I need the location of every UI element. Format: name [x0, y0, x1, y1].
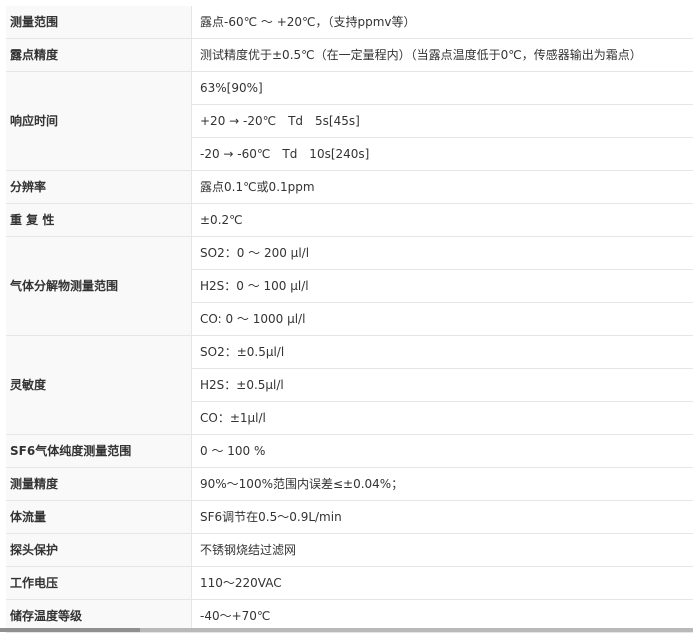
row-value: SF6调节在0.5～0.9L/min	[192, 501, 693, 534]
row-label: 气体分解物测量范围	[6, 237, 192, 336]
table-row: 探头保护 不锈钢烧结过滤网	[6, 534, 693, 567]
row-value: +20 → -20℃ Td 5s[45s]	[192, 105, 693, 138]
table-row: 体流量 SF6调节在0.5～0.9L/min	[6, 501, 693, 534]
row-value: H2S：±0.5μl/l	[192, 369, 693, 402]
row-value: ±0.2℃	[192, 204, 693, 237]
row-value: 90%～100%范围内误差≤±0.04%；	[192, 468, 693, 501]
table-row: 测量精度 90%～100%范围内误差≤±0.04%；	[6, 468, 693, 501]
row-value: 测试精度优于±0.5℃（在一定量程内）（当露点温度低于0℃，传感器输出为霜点）	[192, 39, 693, 72]
row-value: 0 ～ 100 %	[192, 435, 693, 468]
row-value: 不锈钢烧结过滤网	[192, 534, 693, 567]
table-row: 露点精度 测试精度优于±0.5℃（在一定量程内）（当露点温度低于0℃，传感器输出…	[6, 39, 693, 72]
table-row: 重 复 性 ±0.2℃	[6, 204, 693, 237]
row-value: CO：±1μl/l	[192, 402, 693, 435]
row-value: H2S：0 ～ 100 μl/l	[192, 270, 693, 303]
row-label: SF6气体纯度测量范围	[6, 435, 192, 468]
row-label: 分辨率	[6, 171, 192, 204]
row-value: 露点-60℃ ～ +20℃，（支持ppmv等）	[192, 6, 693, 39]
row-value: SO2：±0.5μl/l	[192, 336, 693, 369]
table-row: 响应时间 63%[90%]	[6, 72, 693, 105]
row-label: 工作电压	[6, 567, 192, 600]
horizontal-scrollbar[interactable]	[0, 628, 693, 632]
row-value: -20 → -60℃ Td 10s[240s]	[192, 138, 693, 171]
table-row: 气体分解物测量范围 SO2：0 ～ 200 μl/l	[6, 237, 693, 270]
table-row: 工作电压 110～220VAC	[6, 567, 693, 600]
row-label: 响应时间	[6, 72, 192, 171]
row-label: 灵敏度	[6, 336, 192, 435]
row-value: 露点0.1℃或0.1ppm	[192, 171, 693, 204]
row-label: 探头保护	[6, 534, 192, 567]
table-row: 测量范围 露点-60℃ ～ +20℃，（支持ppmv等）	[6, 6, 693, 39]
row-label: 测量范围	[6, 6, 192, 39]
table-row: 分辨率 露点0.1℃或0.1ppm	[6, 171, 693, 204]
row-label: 体流量	[6, 501, 192, 534]
row-value: 63%[90%]	[192, 72, 693, 105]
spec-table-body: 测量范围 露点-60℃ ～ +20℃，（支持ppmv等） 露点精度 测试精度优于…	[6, 6, 693, 633]
row-label: 测量精度	[6, 468, 192, 501]
spec-table: 测量范围 露点-60℃ ～ +20℃，（支持ppmv等） 露点精度 测试精度优于…	[6, 6, 693, 633]
row-value: CO: 0 ～ 1000 μl/l	[192, 303, 693, 336]
row-label: 露点精度	[6, 39, 192, 72]
row-label: 重 复 性	[6, 204, 192, 237]
table-row: SF6气体纯度测量范围 0 ～ 100 %	[6, 435, 693, 468]
row-value: 110～220VAC	[192, 567, 693, 600]
row-value: SO2：0 ～ 200 μl/l	[192, 237, 693, 270]
table-row: 灵敏度 SO2：±0.5μl/l	[6, 336, 693, 369]
